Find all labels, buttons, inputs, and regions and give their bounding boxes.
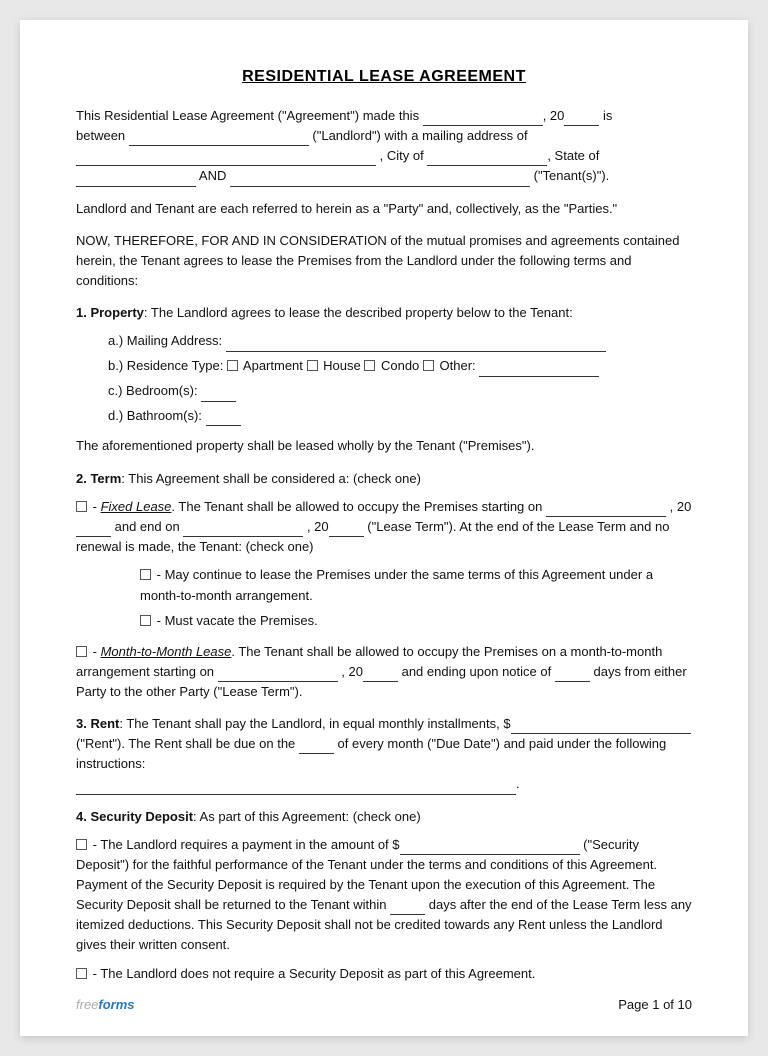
section2-block: 2. Term: This Agreement shall be conside… <box>76 469 692 702</box>
no-security-deposit-checkbox[interactable] <box>76 968 87 979</box>
brand-prefix: free <box>76 997 98 1012</box>
section4-heading: 4. Security Deposit: As part of this Agr… <box>76 807 692 827</box>
security-deposit-required-checkbox[interactable] <box>76 839 87 850</box>
due-date-field[interactable] <box>299 740 334 754</box>
brand-suffix: forms <box>98 997 134 1012</box>
tenant-name-field[interactable] <box>230 173 530 187</box>
continue-lease-checkbox[interactable] <box>140 569 151 580</box>
section1-items: a.) Mailing Address: b.) Residence Type:… <box>76 331 692 426</box>
bathrooms-field[interactable] <box>206 412 241 426</box>
party-ref-block: Landlord and Tenant are each referred to… <box>76 199 692 219</box>
notice-days-field[interactable] <box>555 668 590 682</box>
month-lease-checkbox[interactable] <box>76 646 87 657</box>
section4-block: 4. Security Deposit: As part of this Agr… <box>76 807 692 984</box>
footer: freeforms Page 1 of 10 <box>76 997 692 1012</box>
section1-item-b: b.) Residence Type: Apartment House Cond… <box>108 356 692 377</box>
month-start-year-field[interactable] <box>363 668 398 682</box>
section4-option1: - The Landlord requires a payment in the… <box>76 835 692 956</box>
section1-item-d: d.) Bathroom(s): <box>108 406 692 427</box>
vacate-checkbox[interactable] <box>140 615 151 626</box>
section3-heading: 3. Rent: The Tenant shall pay the Landlo… <box>76 714 692 795</box>
section1-footer: The aforementioned property shall be lea… <box>76 436 692 456</box>
intro-paragraph: This Residential Lease Agreement ("Agree… <box>76 106 692 187</box>
brand-logo: freeforms <box>76 997 135 1012</box>
condo-checkbox[interactable] <box>364 360 375 371</box>
intro-block: This Residential Lease Agreement ("Agree… <box>76 106 692 187</box>
section3-block: 3. Rent: The Tenant shall pay the Landlo… <box>76 714 692 795</box>
city-field[interactable] <box>427 152 547 166</box>
section1-item-c: c.) Bedroom(s): <box>108 381 692 402</box>
security-deposit-amount-field[interactable] <box>400 841 580 855</box>
month-start-date-field[interactable] <box>218 668 338 682</box>
fixed-end-date-field[interactable] <box>183 523 303 537</box>
security-deposit-days-field[interactable] <box>390 901 425 915</box>
other-checkbox[interactable] <box>423 360 434 371</box>
bedrooms-field[interactable] <box>201 388 236 402</box>
landlord-name-field[interactable] <box>129 132 309 146</box>
state-field[interactable] <box>76 173 196 187</box>
house-checkbox[interactable] <box>307 360 318 371</box>
mailing-address-property-field[interactable] <box>226 338 606 352</box>
fixed-lease-checkbox[interactable] <box>76 501 87 512</box>
section4-option2: - The Landlord does not require a Securi… <box>76 964 692 984</box>
party-ref-text: Landlord and Tenant are each referred to… <box>76 199 692 219</box>
consideration-block: NOW, THEREFORE, FOR AND IN CONSIDERATION… <box>76 231 692 291</box>
fixed-lease-options: - May continue to lease the Premises und… <box>76 565 692 631</box>
fixed-option1: - May continue to lease the Premises und… <box>140 565 692 607</box>
fixed-start-year-field[interactable] <box>76 523 111 537</box>
section1-heading: 1. Property: The Landlord agrees to leas… <box>76 303 692 323</box>
year-field[interactable] <box>564 112 599 126</box>
rent-amount-field[interactable] <box>511 720 691 734</box>
section1-item-a: a.) Mailing Address: <box>108 331 692 352</box>
document-title: RESIDENTIAL LEASE AGREEMENT <box>76 68 692 86</box>
fixed-lease-para: - Fixed Lease. The Tenant shall be allow… <box>76 497 692 557</box>
apartment-checkbox[interactable] <box>227 360 238 371</box>
fixed-end-year-field[interactable] <box>329 523 364 537</box>
other-type-field[interactable] <box>479 363 599 377</box>
section2-heading: 2. Term: This Agreement shall be conside… <box>76 469 692 489</box>
fixed-start-date-field[interactable] <box>546 503 666 517</box>
date-field[interactable] <box>423 112 543 126</box>
consideration-text: NOW, THEREFORE, FOR AND IN CONSIDERATION… <box>76 231 692 291</box>
section1-block: 1. Property: The Landlord agrees to leas… <box>76 303 692 456</box>
mailing-address-field[interactable] <box>76 152 376 166</box>
page-number: Page 1 of 10 <box>618 997 692 1012</box>
fixed-option2: - Must vacate the Premises. <box>140 611 692 632</box>
month-lease-para: - Month-to-Month Lease. The Tenant shall… <box>76 642 692 702</box>
document-page: RESIDENTIAL LEASE AGREEMENT This Residen… <box>20 20 748 1036</box>
payment-instructions-field[interactable] <box>76 781 516 795</box>
